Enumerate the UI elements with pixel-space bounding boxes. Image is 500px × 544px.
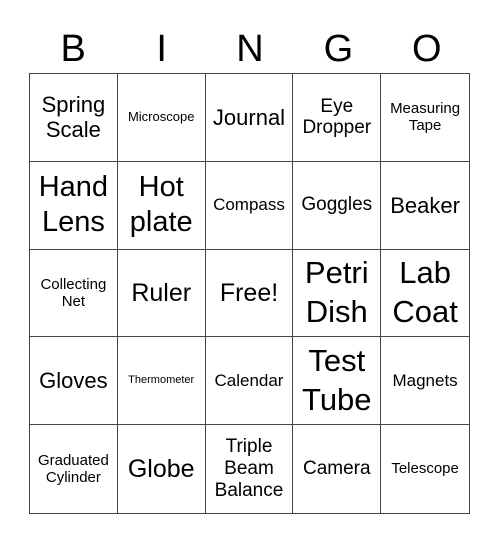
cell-label: Measuring Tape — [390, 100, 461, 135]
bingo-cell[interactable]: Telescope — [381, 425, 469, 513]
bingo-cell[interactable]: Gloves — [30, 337, 118, 426]
header-letter-b: B — [60, 28, 86, 70]
bingo-cell[interactable]: Hand Lens — [30, 161, 118, 250]
cell-label: Graduated Cylinder — [37, 451, 109, 487]
bingo-cell[interactable]: Microscope — [117, 74, 206, 162]
cell-label: Thermometer — [128, 374, 195, 387]
bingo-cell[interactable]: Thermometer — [117, 337, 206, 426]
bingo-cell[interactable]: Ruler — [117, 249, 206, 338]
bingo-cell[interactable]: Test Tube — [293, 337, 382, 426]
cell-label: Calendar — [214, 371, 284, 391]
cell-label: Eye Dropper — [302, 95, 372, 139]
cell-label: Compass — [213, 195, 285, 215]
cell-label: Camera — [303, 458, 371, 480]
cell-label: Ruler — [131, 278, 192, 307]
bingo-cell[interactable]: Graduated Cylinder — [30, 425, 118, 513]
free-space-cell[interactable]: Free! — [205, 249, 294, 338]
bingo-cell[interactable]: Goggles — [293, 161, 382, 250]
cell-label: Triple Beam Balance — [214, 436, 284, 502]
bingo-cell[interactable]: Petri Dish — [293, 249, 382, 338]
cell-label: Magnets — [392, 371, 458, 391]
bingo-cell[interactable]: Hot plate — [117, 161, 206, 250]
bingo-cell[interactable]: Lab Coat — [381, 250, 469, 338]
bingo-cell[interactable]: Collecting Net — [30, 249, 118, 338]
cell-label: Lab Coat — [392, 255, 458, 329]
bingo-cell[interactable]: Camera — [293, 425, 382, 513]
header-letter-i: I — [156, 28, 167, 70]
header-letter-n: N — [236, 28, 264, 70]
bingo-cell[interactable]: Beaker — [381, 162, 469, 250]
header-letter-o: O — [412, 28, 442, 70]
cell-label: Telescope — [391, 460, 459, 478]
cell-label: Test Tube — [302, 343, 372, 417]
cell-label: Spring Scale — [41, 92, 106, 143]
bingo-cell[interactable]: Compass — [205, 161, 294, 250]
cell-label: Collecting Net — [40, 275, 107, 310]
cell-label: Globe — [127, 454, 195, 483]
bingo-cell[interactable]: Triple Beam Balance — [206, 425, 294, 513]
cell-label: Microscope — [127, 108, 195, 124]
bingo-cell[interactable]: Spring Scale — [30, 74, 118, 162]
bingo-cell[interactable]: Magnets — [381, 337, 469, 426]
cell-label: Hot plate — [129, 171, 193, 239]
bingo-cell[interactable]: Globe — [118, 425, 206, 513]
cell-label: Beaker — [390, 192, 460, 218]
bingo-grid: Spring Scale Microscope Journal Eye Dropper… — [29, 73, 470, 514]
header-letter-g: G — [323, 28, 354, 70]
bingo-header: B I N G O — [29, 26, 471, 72]
cell-label: Hand Lens — [38, 171, 109, 239]
bingo-cell[interactable]: Measuring Tape — [381, 74, 469, 162]
cell-label: Goggles — [301, 194, 373, 216]
bingo-cell[interactable]: Eye Dropper — [293, 74, 382, 162]
cell-label: Free! — [219, 278, 279, 307]
cell-label: Petri Dish — [304, 255, 369, 329]
bingo-cell[interactable]: Calendar — [205, 337, 294, 426]
bingo-cell[interactable]: Journal — [205, 74, 294, 162]
cell-label: Gloves — [39, 368, 108, 394]
cell-label: Journal — [212, 104, 286, 130]
